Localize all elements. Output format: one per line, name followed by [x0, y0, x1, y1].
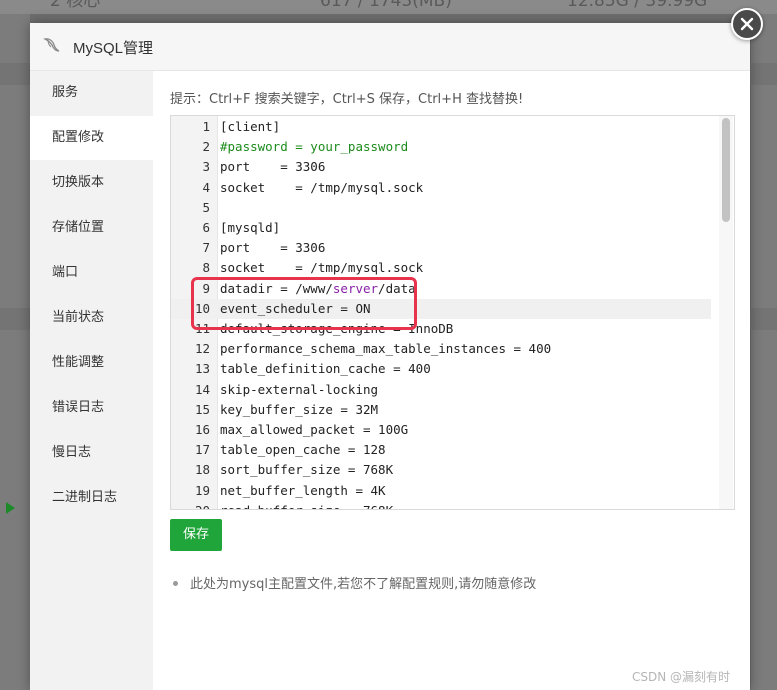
line-code: performance_schema_max_table_instances =… — [220, 341, 552, 357]
background-cpu-text: 2 核心 — [50, 0, 101, 11]
close-icon — [740, 17, 754, 31]
sidebar-item-error-log[interactable]: 错误日志 — [30, 386, 153, 430]
line-code: skip-external-locking — [220, 381, 379, 397]
sidebar-item-config[interactable]: 配置修改 — [30, 116, 153, 160]
editor-line[interactable]: 6 [mysqld] — [171, 218, 711, 238]
editor-scroll-thumb[interactable] — [722, 118, 730, 222]
editor-line[interactable]: 14 skip-external-locking — [171, 380, 711, 400]
sidebar-item-port[interactable]: 端口 — [30, 251, 153, 295]
editor-line[interactable]: 3 port = 3306 — [171, 157, 711, 177]
line-code: key_buffer_size = 32M — [220, 401, 379, 417]
line-number: 3 — [202, 159, 210, 175]
config-note-text: 此处为mysql主配置文件,若您不了解配置规则,请勿随意修改 — [190, 577, 537, 592]
editor-line[interactable]: 2 #password = your_password — [171, 137, 711, 157]
editor-line[interactable]: 17 table_open_cache = 128 — [171, 440, 711, 460]
line-number: 8 — [202, 260, 210, 276]
line-code: max_allowed_packet = 100G — [220, 422, 409, 437]
line-number: 19 — [194, 482, 210, 498]
line-number: 18 — [194, 462, 210, 478]
mysql-manager-dialog: MySQL管理 服务 配置修改 切换版本 存储位置 端口 当前状态 性能调整 错… — [30, 23, 750, 690]
line-number: 20 — [171, 501, 210, 509]
line-code: table_open_cache = 128 — [220, 442, 386, 458]
bullet-icon — [173, 581, 178, 586]
editor-line[interactable]: 15 key_buffer_size = 32M — [171, 400, 711, 420]
line-number: 2 — [202, 139, 210, 155]
line-code: [mysqld] — [220, 220, 281, 235]
sidebar-item-binary-log[interactable]: 二进制日志 — [30, 476, 153, 520]
line-number: 15 — [194, 401, 210, 417]
sidebar: 服务 配置修改 切换版本 存储位置 端口 当前状态 性能调整 错误日志 慢日志 … — [30, 71, 153, 690]
watermark: CSDN @漏刻有时 — [632, 670, 731, 684]
background-disk-text: 12.85G / 39.99G — [567, 0, 708, 11]
editor-line[interactable]: 20 read_buffer_size = 768K — [171, 501, 711, 509]
line-code: socket = /tmp/mysql.sock — [220, 260, 424, 276]
sidebar-item-slow-log[interactable]: 慢日志 — [30, 431, 153, 475]
line-code: port = 3306 — [220, 159, 326, 175]
dialog-header: MySQL管理 — [30, 23, 750, 71]
editor-line[interactable]: 18 sort_buffer_size = 768K — [171, 460, 711, 480]
mysql-dolphin-icon — [42, 35, 62, 55]
editor-line[interactable]: 13 table_definition_cache = 400 — [171, 359, 711, 379]
editor-line[interactable]: 8 socket = /tmp/mysql.sock — [171, 258, 711, 278]
background-expand-arrow-icon — [6, 502, 15, 514]
line-number: 7 — [202, 240, 210, 256]
line-number: 16 — [194, 422, 210, 437]
highlight-annotation — [191, 277, 417, 330]
editor-line[interactable]: 19 net_buffer_length = 4K — [171, 481, 711, 501]
sidebar-item-service[interactable]: 服务 — [30, 71, 153, 115]
line-number: 1 — [202, 119, 210, 134]
line-number: 12 — [194, 341, 210, 357]
editor-line[interactable]: 7 port = 3306 — [171, 238, 711, 258]
background-left-edge — [0, 14, 30, 690]
sidebar-item-performance[interactable]: 性能调整 — [30, 341, 153, 385]
shortcut-hint: 提示：Ctrl+F 搜索关键字，Ctrl+S 保存，Ctrl+H 查找替换! — [170, 92, 524, 107]
editor-line[interactable]: 4 socket = /tmp/mysql.sock — [171, 178, 711, 198]
editor-line[interactable]: 16 max_allowed_packet = 100G — [171, 420, 711, 440]
close-button[interactable] — [731, 8, 763, 40]
line-code: read_buffer_size = 768K — [220, 501, 393, 509]
line-code: port = 3306 — [220, 240, 326, 256]
line-code: #password = your_password — [220, 139, 409, 155]
line-code: [client] — [220, 119, 281, 134]
line-number: 17 — [194, 442, 210, 458]
line-code: table_definition_cache = 400 — [220, 361, 431, 377]
line-number: 4 — [202, 179, 210, 195]
sidebar-item-storage-location[interactable]: 存储位置 — [30, 206, 153, 250]
config-note: 此处为mysql主配置文件,若您不了解配置规则,请勿随意修改 — [170, 573, 536, 592]
line-code: sort_buffer_size = 768K — [220, 462, 394, 478]
sidebar-item-current-status[interactable]: 当前状态 — [30, 296, 153, 340]
sidebar-item-switch-version[interactable]: 切换版本 — [30, 161, 153, 205]
save-button[interactable]: 保存 — [170, 519, 222, 551]
editor-line[interactable]: 5 — [171, 198, 711, 218]
dialog-title: MySQL管理 — [73, 40, 154, 57]
line-number: 5 — [202, 199, 210, 215]
line-number: 13 — [194, 361, 210, 377]
editor-line[interactable]: 1 [client] — [171, 117, 711, 137]
background-right-edge — [751, 14, 777, 690]
background-memory-text: 617 / 1743(MB) — [320, 0, 452, 11]
editor-line[interactable]: 12 performance_schema_max_table_instances… — [171, 339, 711, 359]
line-code: socket = /tmp/mysql.sock — [220, 179, 424, 195]
line-code: net_buffer_length = 4K — [220, 482, 386, 498]
line-number: 6 — [202, 220, 210, 235]
background-stats-bar: 2 核心 617 / 1743(MB) 12.85G / 39.99G — [0, 0, 777, 14]
editor-scrollbar[interactable] — [719, 116, 733, 509]
line-number: 14 — [194, 381, 210, 397]
